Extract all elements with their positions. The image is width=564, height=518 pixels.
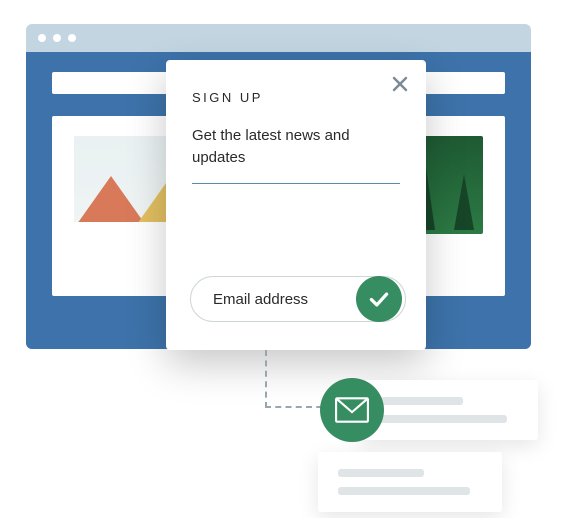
mail-badge xyxy=(320,378,384,442)
modal-title: SIGN UP xyxy=(192,90,400,105)
window-dot xyxy=(38,34,46,42)
submit-button[interactable] xyxy=(356,276,402,322)
window-dot xyxy=(68,34,76,42)
email-row: Email address xyxy=(190,276,402,322)
placeholder-line xyxy=(380,397,463,405)
placeholder-line xyxy=(338,487,470,495)
email-placeholder: Email address xyxy=(213,291,308,308)
message-card xyxy=(318,452,502,512)
mail-icon xyxy=(335,397,369,423)
check-icon xyxy=(366,286,392,312)
modal-description: Get the latest news and updates xyxy=(192,125,400,169)
close-icon xyxy=(390,74,410,94)
signup-modal: SIGN UP Get the latest news and updates … xyxy=(166,60,426,350)
placeholder-line xyxy=(380,415,507,423)
message-card xyxy=(360,380,538,440)
placeholder-line xyxy=(338,469,424,477)
window-dot xyxy=(53,34,61,42)
browser-chrome xyxy=(26,24,531,52)
close-button[interactable] xyxy=(390,74,410,94)
divider xyxy=(192,183,400,184)
